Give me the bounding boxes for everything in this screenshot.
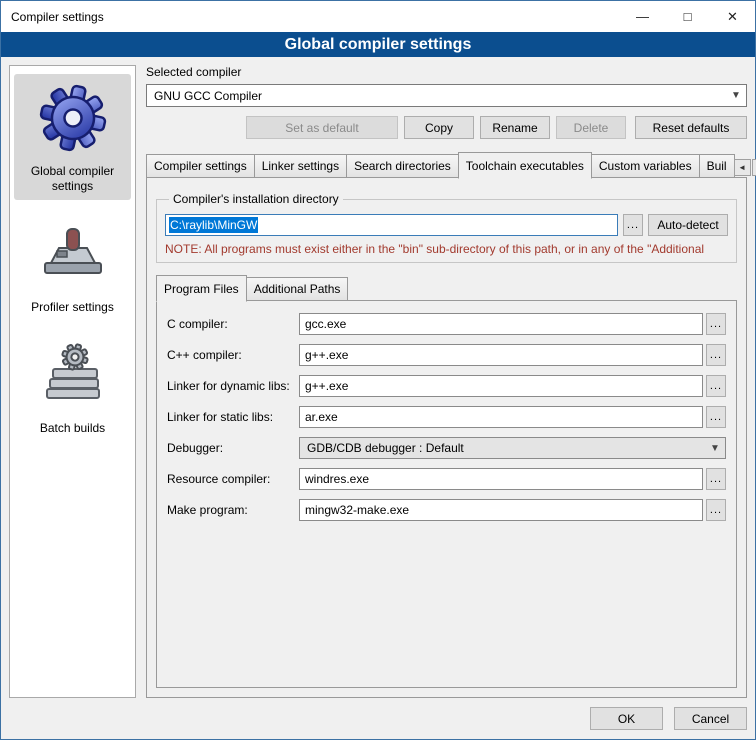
installation-directory-group-label: Compiler's installation directory — [169, 192, 343, 206]
cpp-compiler-label: C++ compiler: — [167, 348, 299, 362]
settings-sidebar: Global compiler settings Profiler settin… — [9, 65, 136, 698]
form-row-debugger: Debugger: GDB/CDB debugger : Default ▼ — [167, 437, 726, 459]
tab-build-truncated[interactable]: Buil — [699, 154, 735, 178]
rename-button[interactable]: Rename — [480, 116, 550, 139]
copy-button[interactable]: Copy — [404, 116, 474, 139]
batch-builds-icon — [37, 339, 109, 411]
tab-linker-settings[interactable]: Linker settings — [254, 154, 347, 178]
window-title: Compiler settings — [1, 1, 620, 32]
sidebar-item-label: Global compiler settings — [16, 164, 129, 194]
form-row-make-program: Make program: ... — [167, 499, 726, 521]
compiler-actions: Set as default Copy Rename Delete Reset … — [146, 116, 747, 139]
make-program-label: Make program: — [167, 503, 299, 517]
dynamic-linker-input[interactable] — [299, 375, 703, 397]
program-files-page: C compiler: ... C++ compiler: ... Linker… — [156, 300, 737, 688]
browse-static-linker-button[interactable]: ... — [706, 406, 726, 428]
tab-toolchain-executables[interactable]: Toolchain executables — [458, 152, 592, 179]
compiler-settings-window: Compiler settings — □ ✕ Global compiler … — [0, 0, 756, 740]
chevron-down-icon: ▼ — [726, 90, 746, 101]
close-button[interactable]: ✕ — [710, 1, 755, 32]
subtab-additional-paths[interactable]: Additional Paths — [246, 277, 349, 301]
make-program-input[interactable] — [299, 499, 703, 521]
browse-make-program-button[interactable]: ... — [706, 499, 726, 521]
subtab-program-files[interactable]: Program Files — [156, 275, 247, 302]
profiler-plane-icon — [37, 218, 109, 290]
compiler-select[interactable]: GNU GCC Compiler ▼ — [146, 84, 747, 107]
resource-compiler-label: Resource compiler: — [167, 472, 299, 486]
sidebar-item-label: Batch builds — [40, 421, 105, 436]
tab-search-directories[interactable]: Search directories — [346, 154, 459, 178]
tab-scroll-right-button[interactable]: ► — [752, 159, 756, 176]
installation-dir-input[interactable]: C:\raylib\MinGW — [165, 214, 618, 236]
settings-tabs: Compiler settings Linker settings Search… — [146, 152, 747, 178]
titlebar: Compiler settings — □ ✕ — [1, 1, 755, 32]
tab-scroll-left-button[interactable]: ◄ — [734, 159, 751, 176]
tab-scroll-controls: ◄ ► — [734, 159, 756, 178]
cpp-compiler-input[interactable] — [299, 344, 703, 366]
toolchain-executables-page: Compiler's installation directory C:\ray… — [146, 177, 747, 698]
form-row-resource-compiler: Resource compiler: ... — [167, 468, 726, 490]
maximize-button[interactable]: □ — [665, 1, 710, 32]
installation-directory-group: Compiler's installation directory C:\ray… — [156, 192, 737, 263]
form-row-dynamic-linker: Linker for dynamic libs: ... — [167, 375, 726, 397]
cancel-button[interactable]: Cancel — [674, 707, 747, 730]
dialog-footer: OK Cancel — [1, 698, 755, 739]
tab-custom-variables[interactable]: Custom variables — [591, 154, 700, 178]
dialog-content: Global compiler settings Profiler settin… — [1, 57, 755, 698]
c-compiler-label: C compiler: — [167, 317, 299, 331]
browse-resource-compiler-button[interactable]: ... — [706, 468, 726, 490]
compiler-select-value: GNU GCC Compiler — [154, 89, 262, 103]
sidebar-item-profiler-settings[interactable]: Profiler settings — [14, 210, 131, 321]
form-row-cpp-compiler: C++ compiler: ... — [167, 344, 726, 366]
selected-compiler-label: Selected compiler — [146, 65, 747, 79]
bin-subdirectory-note: NOTE: All programs must exist either in … — [165, 242, 728, 256]
set-as-default-button[interactable]: Set as default — [246, 116, 398, 139]
debugger-select[interactable]: GDB/CDB debugger : Default ▼ — [299, 437, 726, 459]
resource-compiler-input[interactable] — [299, 468, 703, 490]
tab-compiler-settings[interactable]: Compiler settings — [146, 154, 255, 178]
page-title: Global compiler settings — [1, 32, 755, 57]
reset-defaults-button[interactable]: Reset defaults — [635, 116, 747, 139]
installation-directory-row: C:\raylib\MinGW ... Auto-detect — [165, 214, 728, 236]
main-panel: Selected compiler GNU GCC Compiler ▼ Set… — [146, 65, 747, 698]
auto-detect-button[interactable]: Auto-detect — [648, 214, 728, 236]
browse-dynamic-linker-button[interactable]: ... — [706, 375, 726, 397]
c-compiler-input[interactable] — [299, 313, 703, 335]
dynamic-linker-label: Linker for dynamic libs: — [167, 379, 299, 393]
form-row-static-linker: Linker for static libs: ... — [167, 406, 726, 428]
sidebar-item-batch-builds[interactable]: Batch builds — [14, 331, 131, 442]
browse-installation-dir-button[interactable]: ... — [623, 214, 643, 236]
debugger-select-value: GDB/CDB debugger : Default — [307, 441, 464, 455]
form-row-c-compiler: C compiler: ... — [167, 313, 726, 335]
chevron-down-icon: ▼ — [705, 443, 725, 454]
installation-dir-selected-text: C:\raylib\MinGW — [169, 217, 258, 233]
ok-button[interactable]: OK — [590, 707, 663, 730]
debugger-label: Debugger: — [167, 441, 299, 455]
delete-button[interactable]: Delete — [556, 116, 626, 139]
static-linker-input[interactable] — [299, 406, 703, 428]
minimize-button[interactable]: — — [620, 1, 665, 32]
static-linker-label: Linker for static libs: — [167, 410, 299, 424]
browse-cpp-compiler-button[interactable]: ... — [706, 344, 726, 366]
blue-gear-icon — [37, 82, 109, 154]
sidebar-item-label: Profiler settings — [31, 300, 114, 315]
browse-c-compiler-button[interactable]: ... — [706, 313, 726, 335]
sidebar-item-global-compiler-settings[interactable]: Global compiler settings — [14, 74, 131, 200]
executables-subtabs: Program Files Additional Paths — [156, 275, 737, 301]
